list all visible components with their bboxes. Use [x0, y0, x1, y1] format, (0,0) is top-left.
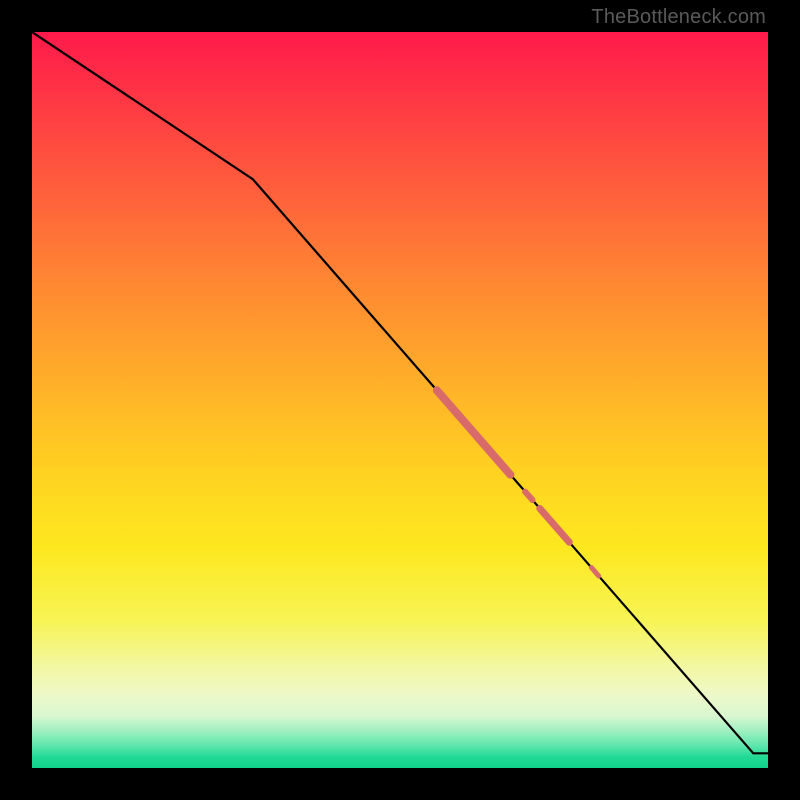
highlight-segment: [591, 568, 598, 577]
highlight-segment: [525, 492, 532, 500]
chart-frame: TheBottleneck.com: [0, 0, 800, 800]
highlight-segment: [437, 390, 511, 474]
highlight-segment: [540, 509, 570, 543]
main-curve: [32, 32, 768, 753]
attribution-text: TheBottleneck.com: [591, 6, 766, 29]
curve-layer: [32, 32, 768, 768]
plot-area: [32, 32, 768, 768]
